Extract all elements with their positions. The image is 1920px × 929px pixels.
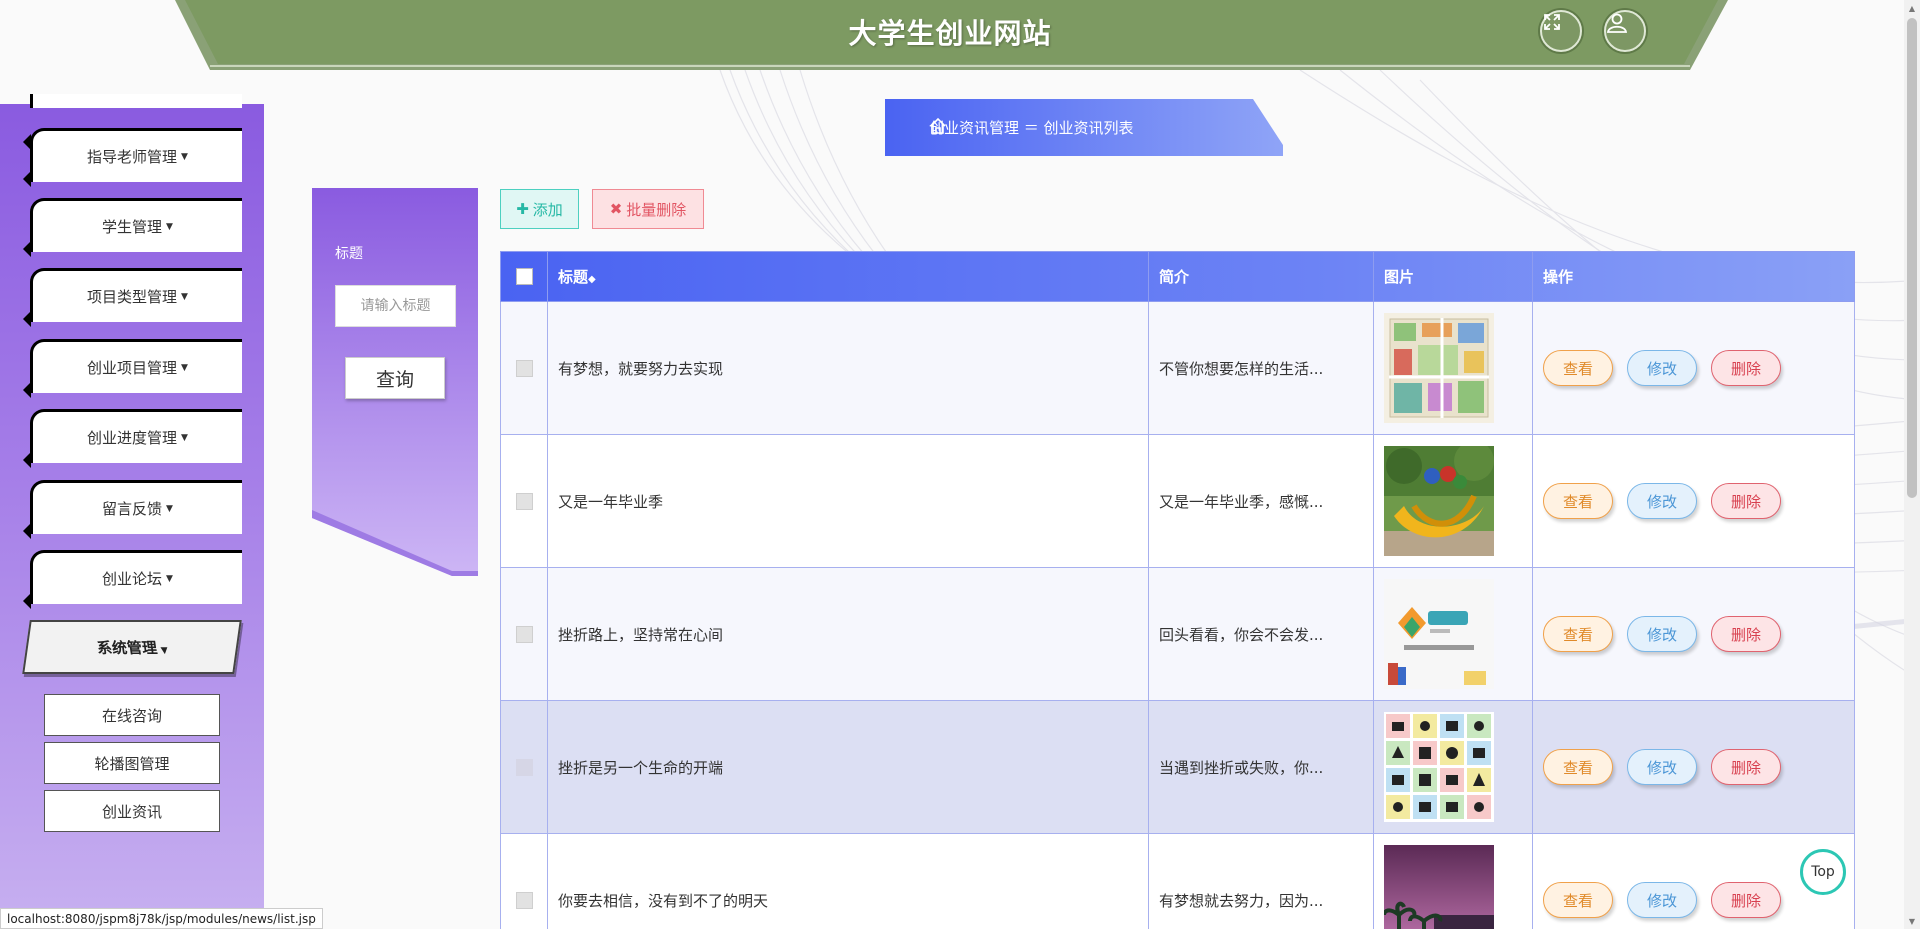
sidebar-subitem-news[interactable]: 创业资讯 xyxy=(44,790,220,832)
sidebar-item-partial xyxy=(23,94,242,150)
cell-title: 你要去相信，没有到不了的明天 xyxy=(547,833,1149,929)
caret-down-icon: ▼ xyxy=(181,291,188,302)
sort-icon[interactable]: ◆ xyxy=(588,274,596,285)
breadcrumb-text: 创业资讯管理 ＝ 创业资讯列表 xyxy=(929,119,1134,137)
fullscreen-button[interactable] xyxy=(1540,10,1582,52)
user-icon xyxy=(1606,13,1628,33)
cell-title: 挫折是另一个生命的开端 xyxy=(547,700,1149,834)
cell-title: 挫折路上，坚持常在心间 xyxy=(547,567,1149,701)
column-header-ops: 操作 xyxy=(1532,251,1855,302)
cell-title: 有梦想，就要努力去实现 xyxy=(547,301,1149,435)
view-button[interactable]: 查看 xyxy=(1543,483,1613,519)
caret-down-icon: ▼ xyxy=(181,151,188,162)
column-header-intro: 简介 xyxy=(1148,251,1374,302)
row-checkbox[interactable] xyxy=(515,625,533,643)
select-all-checkbox[interactable] xyxy=(515,268,533,285)
view-button[interactable]: 查看 xyxy=(1543,616,1613,652)
scroll-up-arrow-icon[interactable]: ▲ xyxy=(1904,0,1920,16)
caret-down-icon: ▼ xyxy=(159,645,169,656)
caret-down-icon: ▼ xyxy=(166,221,173,232)
cell-intro: 当遇到挫折或失败，你... xyxy=(1148,700,1374,834)
caret-down-icon: ▼ xyxy=(181,432,188,443)
view-button[interactable]: 查看 xyxy=(1543,882,1613,918)
delete-button[interactable]: 删除 xyxy=(1711,616,1781,652)
back-to-top-button[interactable]: Top xyxy=(1800,849,1846,895)
sidebar-item-feedback[interactable]: 留言反馈 ▼ xyxy=(23,480,242,539)
column-header-image: 图片 xyxy=(1373,251,1533,302)
search-panel: 标题 查询 xyxy=(312,188,478,576)
top-header: 大学生创业网站 xyxy=(0,0,1920,70)
table-row: 挫折是另一个生命的开端 当遇到挫折或失败，你... 查看 修改 删除 xyxy=(500,700,1855,834)
map-illustration-thumbnail[interactable] xyxy=(1384,313,1494,423)
sidebar-item-project-types[interactable]: 项目类型管理 ▼ xyxy=(23,268,242,327)
status-bar-url: localhost:8080/jspm8j78k/jsp/modules/new… xyxy=(0,908,323,929)
cell-title: 又是一年毕业季 xyxy=(547,434,1149,568)
view-button[interactable]: 查看 xyxy=(1543,749,1613,785)
close-icon: ✖ xyxy=(609,200,623,218)
caret-down-icon: ▼ xyxy=(166,573,173,584)
search-button[interactable]: 查询 xyxy=(345,357,445,399)
cell-intro: 有梦想就去努力，因为... xyxy=(1148,833,1374,929)
edit-button[interactable]: 修改 xyxy=(1627,616,1697,652)
edit-button[interactable]: 修改 xyxy=(1627,483,1697,519)
row-checkbox[interactable] xyxy=(515,891,533,909)
edit-button[interactable]: 修改 xyxy=(1627,350,1697,386)
row-checkbox[interactable] xyxy=(515,492,533,510)
delete-button[interactable]: 删除 xyxy=(1711,350,1781,386)
search-title-label: 标题 xyxy=(335,246,363,262)
cell-intro: 又是一年毕业季，感慨... xyxy=(1148,434,1374,568)
add-button[interactable]: ✚ 添加 xyxy=(500,189,579,229)
sidebar-item-forum[interactable]: 创业论坛 ▼ xyxy=(23,550,242,609)
scrollbar-thumb[interactable] xyxy=(1907,18,1917,498)
delete-button[interactable]: 删除 xyxy=(1711,749,1781,785)
delete-button[interactable]: 删除 xyxy=(1711,483,1781,519)
xuexi-logo-thumbnail[interactable] xyxy=(1384,579,1494,689)
table-row: 又是一年毕业季 又是一年毕业季，感慨... 查看 修改 删除 xyxy=(500,434,1855,568)
row-checkbox[interactable] xyxy=(515,359,533,377)
table-header-row: 标题◆ 简介 图片 操作 xyxy=(500,251,1855,302)
table-row: 有梦想，就要努力去实现 不管你想要怎样的生活... 查看 修改 删除 xyxy=(500,301,1855,435)
delete-button[interactable]: 删除 xyxy=(1711,882,1781,918)
sidebar-item-students[interactable]: 学生管理 ▼ xyxy=(23,198,242,257)
caret-down-icon: ▼ xyxy=(166,503,173,514)
sculpture-photo-thumbnail[interactable] xyxy=(1384,446,1494,556)
page-scrollbar[interactable]: ▲ ▼ xyxy=(1904,0,1920,929)
sidebar-item-teachers[interactable]: 指导老师管理 ▼ xyxy=(23,128,242,187)
table-row: 挫折路上，坚持常在心间 回头看看，你会不会发... 查看 修改 删除 xyxy=(500,567,1855,701)
cell-intro: 回头看看，你会不会发... xyxy=(1148,567,1374,701)
row-checkbox[interactable] xyxy=(515,758,533,776)
home-icon xyxy=(930,117,946,134)
sidebar: 指导老师管理 ▼ 学生管理 ▼ 项目类型管理 ▼ 创业项目管理 ▼ 创业进度管理 ▼ 留言… xyxy=(0,94,264,929)
column-header-title[interactable]: 标题◆ xyxy=(547,251,1149,302)
sidebar-subitem-consult[interactable]: 在线咨询 xyxy=(44,694,220,736)
scroll-down-arrow-icon[interactable]: ▼ xyxy=(1904,913,1920,929)
table-row: 你要去相信，没有到不了的明天 有梦想就去努力，因为... 查看 修改 删除 xyxy=(500,833,1855,929)
sidebar-item-progress[interactable]: 创业进度管理 ▼ xyxy=(23,409,242,468)
sidebar-item-system[interactable]: 系统管理 ▼ xyxy=(22,620,242,674)
sidebar-subitem-carousel[interactable]: 轮播图管理 xyxy=(44,742,220,784)
view-button[interactable]: 查看 xyxy=(1543,350,1613,386)
cell-intro: 不管你想要怎样的生活... xyxy=(1148,301,1374,435)
fullscreen-icon xyxy=(1544,14,1560,30)
edit-button[interactable]: 修改 xyxy=(1627,882,1697,918)
plus-icon: ✚ xyxy=(516,200,529,218)
campus-photo-thumbnail[interactable] xyxy=(1384,845,1494,929)
breadcrumb: 创业资讯管理 ＝ 创业资讯列表 xyxy=(885,99,1283,156)
news-table: 标题◆ 简介 图片 操作 有梦想，就要努力去实现 不管你想要怎样的生活... 查… xyxy=(500,251,1855,929)
user-button[interactable] xyxy=(1604,10,1646,52)
batch-delete-button[interactable]: ✖ 批量删除 xyxy=(592,189,704,229)
sidebar-item-projects[interactable]: 创业项目管理 ▼ xyxy=(23,339,242,398)
icon-grid-thumbnail[interactable] xyxy=(1384,712,1494,822)
search-title-input[interactable] xyxy=(335,285,456,327)
caret-down-icon: ▼ xyxy=(181,362,188,373)
edit-button[interactable]: 修改 xyxy=(1627,749,1697,785)
